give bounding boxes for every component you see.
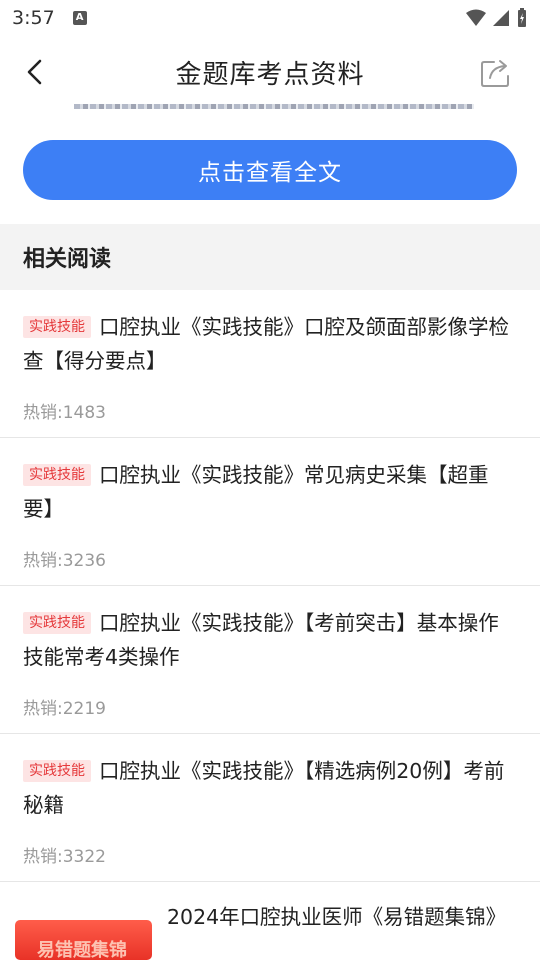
top-app-bar: 金题库考点资料 bbox=[0, 36, 540, 108]
view-full-text-button[interactable]: 点击查看全文 bbox=[23, 140, 517, 200]
book-cover-text: 易错题集锦 bbox=[37, 940, 127, 960]
book-title: 2024年口腔执业医师《易错题集锦》 bbox=[167, 905, 507, 929]
list-item[interactable]: 实践技能 口腔执业《实践技能》常见病史采集【超重要】 热销:3236 bbox=[0, 438, 540, 586]
list-item[interactable]: 实践技能 口腔执业《实践技能》【考前突击】基本操作技能常考4类操作 热销:2219 bbox=[0, 586, 540, 734]
list-item[interactable]: 实践技能 口腔执业《实践技能》口腔及颌面部影像学检查【得分要点】 热销:1483 bbox=[0, 290, 540, 438]
status-time: 3:57 bbox=[12, 7, 55, 29]
status-bar: 3:57 A bbox=[0, 0, 540, 36]
item-title: 口腔执业《实践技能》口腔及颌面部影像学检查【得分要点】 bbox=[23, 315, 509, 373]
item-title: 口腔执业《实践技能》【精选病例20例】考前秘籍 bbox=[23, 759, 505, 817]
status-icons bbox=[466, 8, 528, 28]
truncated-content-preview bbox=[24, 101, 514, 113]
item-title: 口腔执业《实践技能》常见病史采集【超重要】 bbox=[23, 463, 489, 521]
battery-icon bbox=[518, 8, 526, 27]
related-reading-header: 相关阅读 bbox=[0, 224, 540, 290]
share-icon[interactable] bbox=[480, 56, 512, 88]
related-reading-list: 实践技能 口腔执业《实践技能》口腔及颌面部影像学检查【得分要点】 热销:1483 … bbox=[0, 290, 540, 882]
signal-icon bbox=[493, 10, 509, 26]
item-title: 口腔执业《实践技能》【考前突击】基本操作技能常考4类操作 bbox=[23, 611, 499, 669]
category-tag: 实践技能 bbox=[23, 612, 91, 634]
book-cover-image: 易错题集锦 bbox=[15, 920, 152, 960]
sales-count: 热销:3236 bbox=[23, 551, 106, 571]
sales-count: 热销:3322 bbox=[23, 847, 106, 867]
page-title: 金题库考点资料 bbox=[175, 59, 365, 90]
category-tag: 实践技能 bbox=[23, 760, 91, 782]
category-tag: 实践技能 bbox=[23, 316, 91, 338]
sales-count: 热销:2219 bbox=[23, 699, 106, 719]
book-list-item[interactable]: 易错题集锦 2024年口腔执业医师《易错题集锦》 bbox=[0, 882, 540, 960]
wifi-icon bbox=[466, 9, 486, 26]
notification-a-icon: A bbox=[72, 11, 87, 25]
sales-count: 热销:1483 bbox=[23, 403, 106, 423]
faded-text-line bbox=[74, 104, 474, 109]
list-item[interactable]: 实践技能 口腔执业《实践技能》【精选病例20例】考前秘籍 热销:3322 bbox=[0, 734, 540, 882]
category-tag: 实践技能 bbox=[23, 464, 91, 486]
back-arrow-icon[interactable] bbox=[20, 56, 52, 88]
